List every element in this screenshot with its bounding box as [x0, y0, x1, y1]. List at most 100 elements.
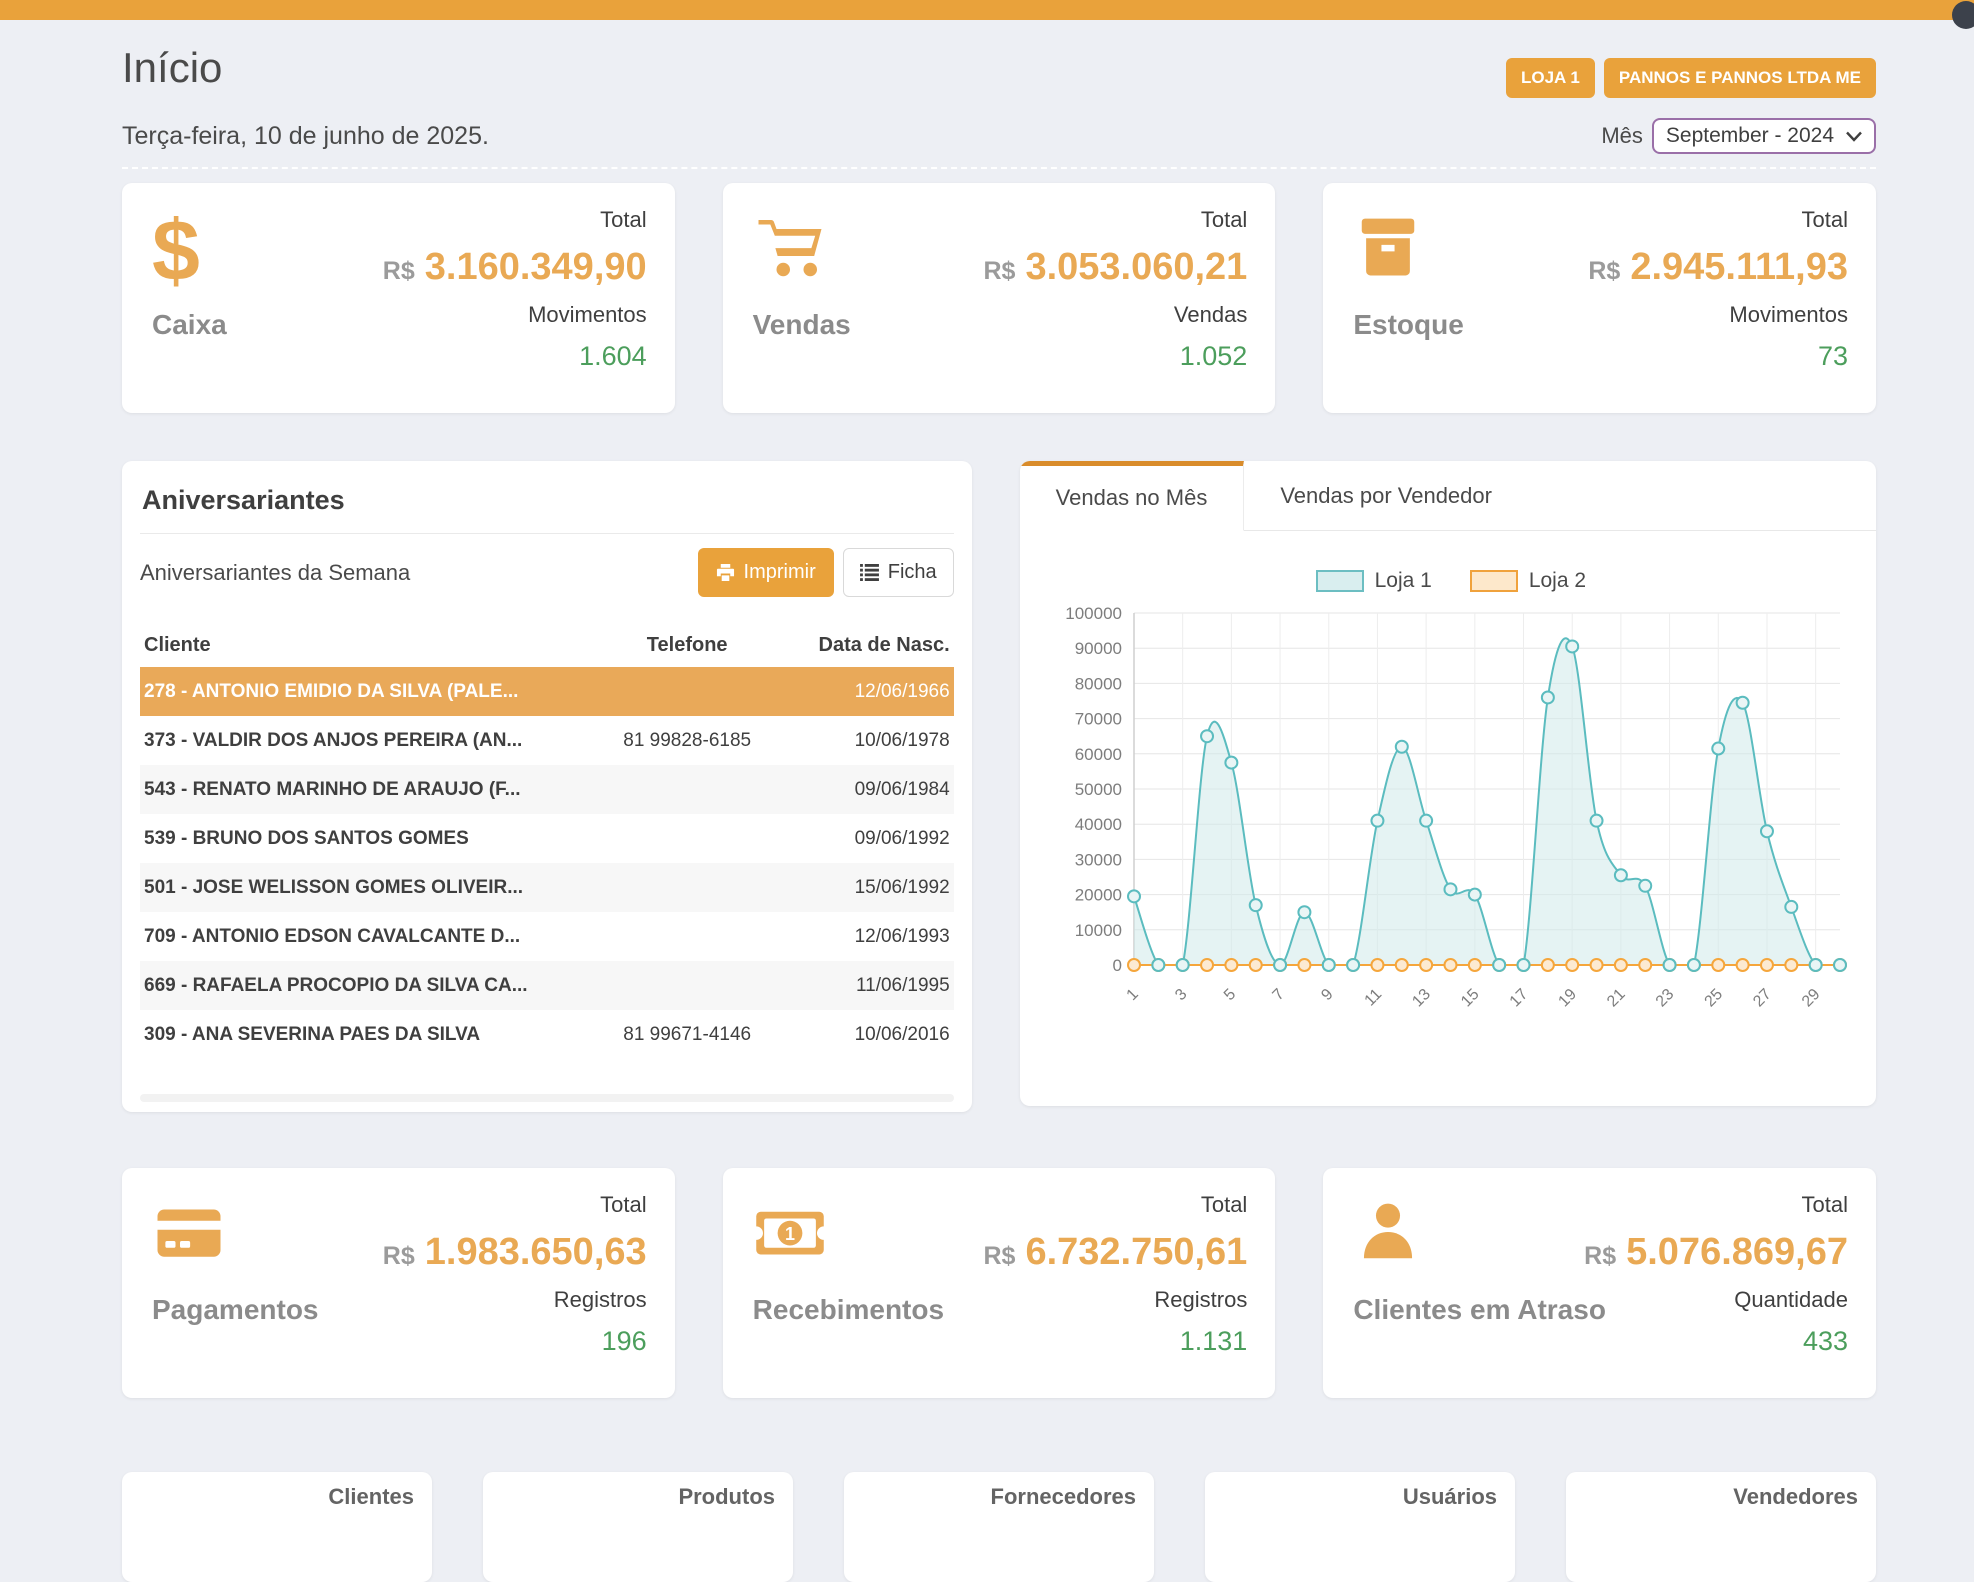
- legend-loja2[interactable]: Loja 2: [1470, 569, 1586, 593]
- month-select[interactable]: September - 2024: [1652, 118, 1876, 154]
- money-bill-icon: 1: [753, 1196, 827, 1273]
- legend-loja1[interactable]: Loja 1: [1316, 569, 1432, 593]
- svg-text:25: 25: [1701, 986, 1726, 1011]
- svg-text:11: 11: [1361, 986, 1385, 1010]
- birthdays-table: Cliente Telefone Data de Nasc. 278 - ANT…: [140, 623, 954, 1059]
- currency-symbol: R$: [1588, 257, 1620, 286]
- legend-swatch-loja1: [1316, 570, 1364, 592]
- card-label: Clientes em Atraso: [1353, 1294, 1606, 1326]
- top-stat-cards: $ Caixa Total R$ 3.160.349,90 Movimentos…: [122, 183, 1876, 413]
- count-value: 196: [602, 1326, 647, 1357]
- print-button[interactable]: Imprimir: [698, 548, 834, 597]
- svg-text:15: 15: [1458, 986, 1483, 1011]
- card-caixa[interactable]: $ Caixa Total R$ 3.160.349,90 Movimentos…: [122, 183, 675, 413]
- footer-card-produtos[interactable]: Produtos: [483, 1472, 793, 1582]
- svg-text:70000: 70000: [1074, 710, 1121, 729]
- month-select-value: September - 2024: [1666, 124, 1834, 148]
- card-pagamentos[interactable]: Pagamentos Total R$ 1.983.650,63 Registr…: [122, 1168, 675, 1398]
- page-title: Início: [122, 44, 222, 92]
- svg-text:1: 1: [1123, 986, 1141, 1004]
- top-navigation-bar: [0, 0, 1974, 20]
- cell-nascimento: 12/06/1966: [800, 681, 950, 703]
- list-icon: [860, 564, 879, 581]
- svg-text:40000: 40000: [1074, 815, 1121, 834]
- chart-tabs: Vendas no Mês Vendas por Vendedor: [1020, 461, 1876, 531]
- table-row[interactable]: 501 - JOSE WELISSON GOMES OLIVEIR...15/0…: [140, 863, 954, 912]
- table-row[interactable]: 373 - VALDIR DOS ANJOS PEREIRA (AN...81 …: [140, 716, 954, 765]
- cell-nascimento: 12/06/1993: [800, 926, 950, 948]
- svg-text:29: 29: [1799, 986, 1824, 1011]
- card-clientes-em-atraso[interactable]: Clientes em Atraso Total R$ 5.076.869,67…: [1323, 1168, 1876, 1398]
- cell-cliente: 539 - BRUNO DOS SANTOS GOMES: [144, 828, 575, 850]
- dollar-icon: $: [152, 211, 200, 293]
- count-label: Movimentos: [1729, 302, 1848, 328]
- currency-symbol: R$: [1584, 1242, 1616, 1271]
- total-value: 3.160.349,90: [425, 246, 647, 289]
- total-label: Total: [1802, 207, 1848, 233]
- footer-card-clientes[interactable]: Clientes: [122, 1472, 432, 1582]
- card-recebimentos[interactable]: 1 Recebimentos Total R$ 6.732.750,61 Reg…: [723, 1168, 1276, 1398]
- sales-chart-svg: 0100002000030000400005000060000700008000…: [1034, 599, 1870, 1061]
- count-value: 433: [1803, 1326, 1848, 1357]
- svg-text:9: 9: [1318, 986, 1336, 1004]
- tab-vendas-por-vendedor[interactable]: Vendas por Vendedor: [1244, 461, 1528, 530]
- total-label: Total: [600, 207, 646, 233]
- total-value: 3.053.060,21: [1025, 246, 1247, 289]
- store-button[interactable]: LOJA 1: [1506, 58, 1595, 98]
- panel-title: Aniversariantes: [142, 485, 954, 516]
- sales-chart-panel: Vendas no Mês Vendas por Vendedor Loja 1…: [1020, 461, 1876, 1106]
- footer-card-fornecedores[interactable]: Fornecedores: [844, 1472, 1154, 1582]
- count-label: Registros: [554, 1287, 647, 1313]
- card-label: Recebimentos: [753, 1294, 944, 1326]
- avatar[interactable]: [1952, 1, 1974, 29]
- table-row[interactable]: 669 - RAFAELA PROCOPIO DA SILVA CA...11/…: [140, 961, 954, 1010]
- table-row[interactable]: 309 - ANA SEVERINA PAES DA SILVA81 99671…: [140, 1010, 954, 1059]
- dashed-divider: [122, 167, 1876, 169]
- footer-card-vendedores[interactable]: Vendedores: [1566, 1472, 1876, 1582]
- svg-text:0: 0: [1112, 956, 1121, 975]
- person-icon: [1353, 1196, 1423, 1273]
- chart-legend: Loja 1 Loja 2: [1034, 569, 1868, 593]
- printer-icon: [716, 563, 735, 582]
- card-label: Pagamentos: [152, 1294, 319, 1326]
- card-vendas[interactable]: Vendas Total R$ 3.053.060,21 Vendas 1.05…: [723, 183, 1276, 413]
- card-estoque[interactable]: Estoque Total R$ 2.945.111,93 Movimentos…: [1323, 183, 1876, 413]
- panel-divider: [140, 533, 954, 534]
- footer-card-usuarios[interactable]: Usuários: [1205, 1472, 1515, 1582]
- panel-subtitle: Aniversariantes da Semana: [140, 560, 410, 586]
- svg-text:30000: 30000: [1074, 850, 1121, 869]
- table-row[interactable]: 539 - BRUNO DOS SANTOS GOMES 09/06/1992: [140, 814, 954, 863]
- tab-vendas-no-mes[interactable]: Vendas no Mês: [1020, 461, 1245, 531]
- aniversariantes-panel: Aniversariantes Aniversariantes da Seman…: [122, 461, 972, 1112]
- cell-nascimento: 09/06/1984: [800, 779, 950, 801]
- svg-text:10000: 10000: [1074, 921, 1121, 940]
- table-row[interactable]: 709 - ANTONIO EDSON CAVALCANTE D...12/06…: [140, 912, 954, 961]
- cell-cliente: 373 - VALDIR DOS ANJOS PEREIRA (AN...: [144, 730, 575, 752]
- total-label: Total: [1802, 1192, 1848, 1218]
- total-value: 2.945.111,93: [1630, 246, 1848, 289]
- svg-text:100000: 100000: [1065, 604, 1122, 623]
- cell-cliente: 501 - JOSE WELISSON GOMES OLIVEIR...: [144, 877, 575, 899]
- cell-telefone: 81 99671-4146: [575, 1024, 800, 1046]
- credit-card-icon: [152, 1196, 226, 1273]
- table-row[interactable]: 543 - RENATO MARINHO DE ARAUJO (F...09/0…: [140, 765, 954, 814]
- svg-text:90000: 90000: [1074, 639, 1121, 658]
- current-date: Terça-feira, 10 de junho de 2025.: [122, 122, 489, 151]
- cell-telefone: 81 99828-6185: [575, 730, 800, 752]
- cell-nascimento: 09/06/1992: [800, 828, 950, 850]
- total-value: 1.983.650,63: [425, 1231, 647, 1274]
- ficha-button[interactable]: Ficha: [843, 548, 954, 597]
- footer-cards: Clientes Produtos Fornecedores Usuários Vend…: [122, 1472, 1876, 1582]
- legend-swatch-loja2: [1470, 570, 1518, 592]
- total-label: Total: [1201, 1192, 1247, 1218]
- table-row[interactable]: 278 - ANTONIO EMIDIO DA SILVA (PALE...12…: [140, 667, 954, 716]
- currency-symbol: R$: [983, 1242, 1015, 1271]
- company-button[interactable]: PANNOS E PANNOS LTDA ME: [1604, 58, 1876, 98]
- horizontal-scrollbar[interactable]: [140, 1094, 954, 1102]
- svg-text:60000: 60000: [1074, 745, 1121, 764]
- count-label: Quantidade: [1734, 1287, 1848, 1313]
- count-label: Registros: [1154, 1287, 1247, 1313]
- svg-text:7: 7: [1269, 986, 1287, 1004]
- cell-cliente: 669 - RAFAELA PROCOPIO DA SILVA CA...: [144, 975, 575, 997]
- svg-text:19: 19: [1555, 986, 1580, 1011]
